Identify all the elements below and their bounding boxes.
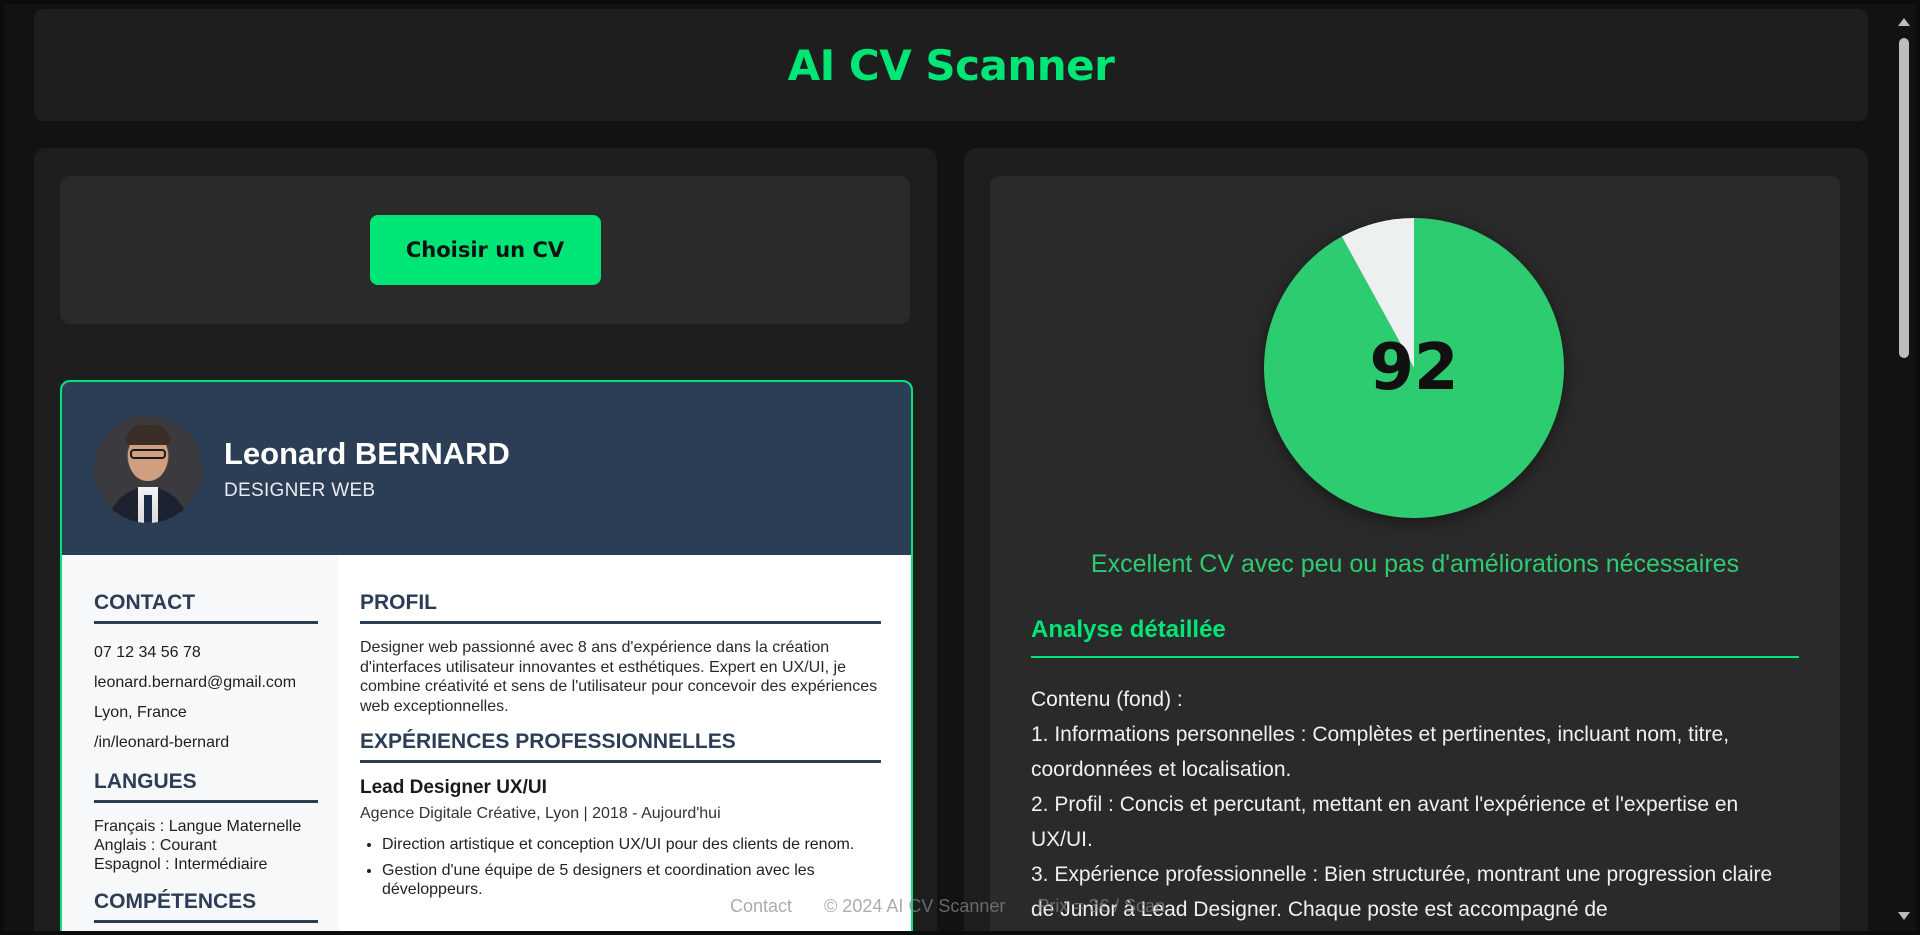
footer-price: Prix = 3€ / Scan bbox=[1037, 896, 1165, 916]
analysis-section: Analyse détaillée Contenu (fond) : 1. In… bbox=[1031, 616, 1799, 927]
languages-list: Français : Langue Maternelle Anglais : C… bbox=[94, 817, 318, 874]
job-meta: Agence Digitale Créative, Lyon | 2018 - … bbox=[360, 805, 721, 822]
app-header: AI CV Scanner bbox=[34, 9, 1868, 121]
profile-text: Designer web passionné avec 8 ans d'expé… bbox=[360, 639, 878, 715]
analysis-line: 1. Informations personnelles : Complètes… bbox=[1031, 723, 1730, 781]
score-card[interactable]: 92 Excellent CV avec peu ou pas d'amélio… bbox=[990, 176, 1840, 935]
job-bullet: Direction artistique et conception UX/UI… bbox=[382, 835, 881, 855]
browser-top-strip bbox=[132, 0, 1578, 4]
contact-phone: 07 12 34 56 78 bbox=[94, 644, 201, 661]
cv-name: Leonard BERNARD bbox=[224, 435, 510, 471]
language-item: Français : Langue Maternelle bbox=[94, 818, 302, 835]
cv-name-block: Leonard BERNARD DESIGNER WEB bbox=[224, 436, 510, 502]
results-panel: 92 Excellent CV avec peu ou pas d'amélio… bbox=[964, 148, 1868, 935]
contact-email: leonard.bernard@gmail.com bbox=[94, 674, 297, 691]
cv-job-title: DESIGNER WEB bbox=[224, 479, 376, 501]
experience-heading: EXPÉRIENCES PROFESSIONNELLES bbox=[360, 730, 881, 763]
languages-heading: LANGUES bbox=[94, 770, 318, 803]
footer: Contact © 2024 AI CV Scanner Prix = 3€ /… bbox=[730, 896, 1165, 917]
cv-body: CONTACT 07 12 34 56 78 leonard.bernard@g… bbox=[62, 555, 911, 935]
profile-heading: PROFIL bbox=[360, 591, 881, 624]
scrollbar-thumb[interactable] bbox=[1899, 38, 1909, 358]
analysis-text: Contenu (fond) : 1. Informations personn… bbox=[1031, 682, 1799, 927]
job-bullets: Direction artistique et conception UX/UI… bbox=[360, 835, 881, 900]
analysis-heading: Analyse détaillée bbox=[1031, 616, 1799, 658]
score-value: 92 bbox=[1369, 331, 1459, 405]
skills-heading: COMPÉTENCES bbox=[94, 890, 318, 923]
cv-header: Leonard BERNARD DESIGNER WEB bbox=[62, 382, 911, 555]
analysis-line: 2. Profil : Concis et percutant, mettant… bbox=[1031, 793, 1739, 851]
score-pie-chart: 92 bbox=[1262, 216, 1566, 520]
cv-preview[interactable]: Leonard BERNARD DESIGNER WEB CONTACT 07 … bbox=[60, 380, 913, 935]
footer-copyright: © 2024 AI CV Scanner bbox=[824, 896, 1006, 916]
upload-panel: Choisir un CV Leonard BERNARD DESIGNER W… bbox=[34, 148, 937, 935]
choose-cv-button[interactable]: Choisir un CV bbox=[369, 215, 601, 285]
job-bullet: Gestion d'une équipe de 5 designers et c… bbox=[382, 861, 881, 900]
job-title: Lead Designer UX/UI bbox=[360, 777, 547, 798]
cv-sidebar: CONTACT 07 12 34 56 78 leonard.bernard@g… bbox=[62, 555, 338, 935]
contact-linkedin: /in/leonard-bernard bbox=[94, 734, 230, 751]
analysis-line: Contenu (fond) : bbox=[1031, 688, 1183, 711]
contact-heading: CONTACT bbox=[94, 591, 318, 624]
upload-box: Choisir un CV bbox=[60, 176, 910, 324]
language-item: Anglais : Courant bbox=[94, 837, 217, 854]
footer-contact-link[interactable]: Contact bbox=[730, 896, 792, 917]
language-item: Espagnol : Intermédiaire bbox=[94, 856, 268, 873]
scroll-down-arrow[interactable] bbox=[1898, 912, 1910, 920]
cv-main: PROFIL Designer web passionné avec 8 ans… bbox=[338, 555, 911, 935]
score-verdict: Excellent CV avec peu ou pas d'améliorat… bbox=[1090, 550, 1740, 578]
avatar bbox=[94, 414, 202, 523]
contact-location: Lyon, France bbox=[94, 704, 187, 721]
scroll-up-arrow[interactable] bbox=[1898, 18, 1910, 26]
app-title: AI CV Scanner bbox=[787, 40, 1115, 90]
